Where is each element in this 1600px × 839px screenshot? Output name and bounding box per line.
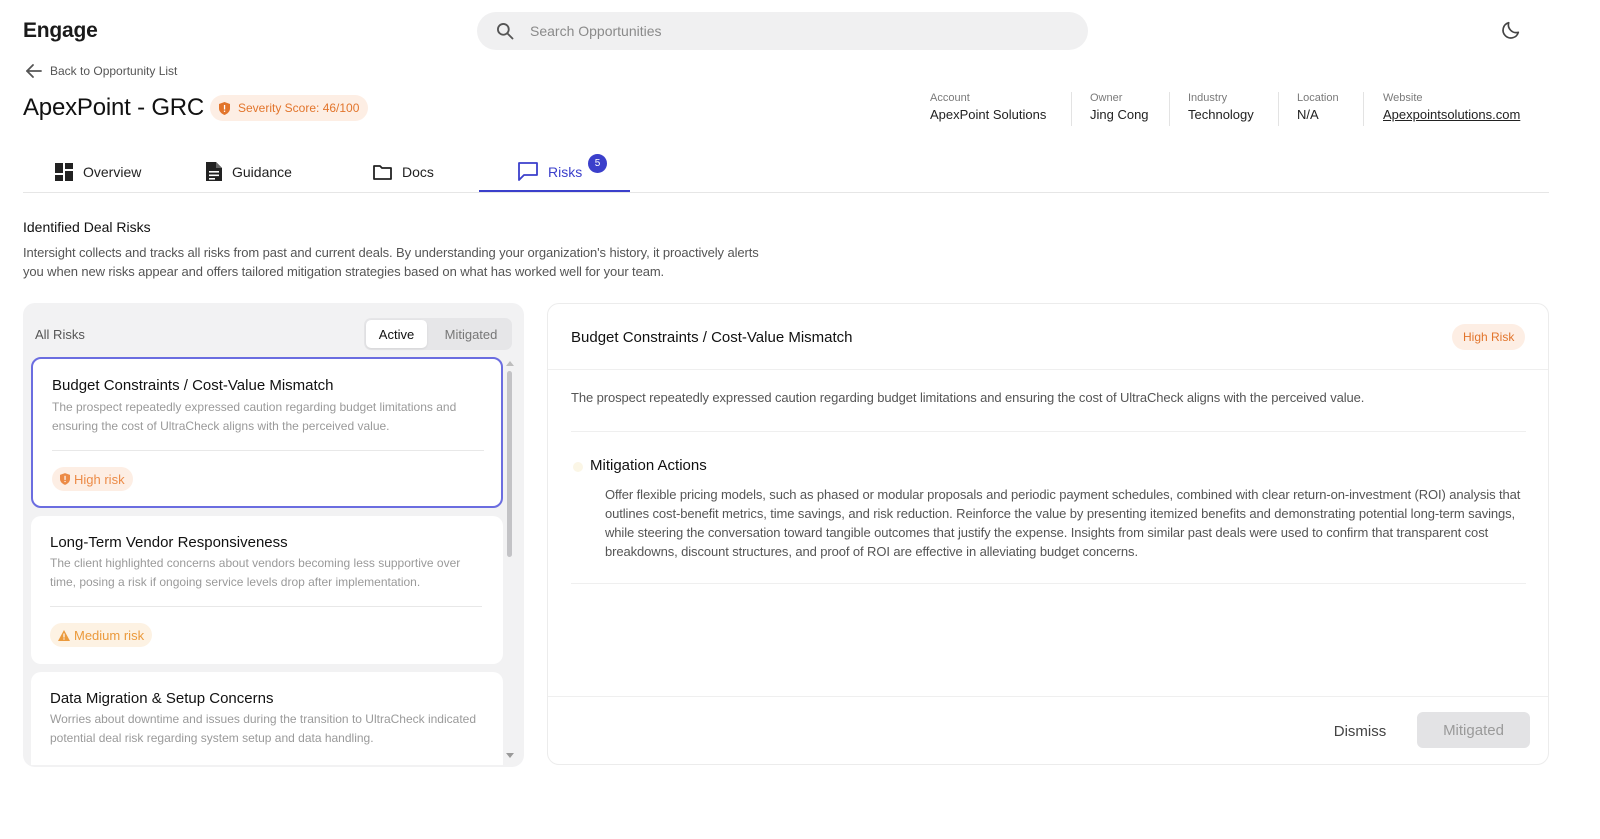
risk-card[interactable]: Long-Term Vendor Responsiveness The clie…: [31, 516, 503, 664]
tab-overview[interactable]: Overview: [55, 150, 141, 193]
back-link-label: Back to Opportunity List: [50, 64, 178, 78]
section-title: Identified Deal Risks: [23, 219, 151, 235]
filter-mitigated-button[interactable]: Mitigated: [432, 320, 510, 348]
risk-card-title: Long-Term Vendor Responsiveness: [50, 534, 288, 551]
risk-detail-title: Budget Constraints / Cost-Value Mismatch: [571, 329, 853, 346]
risk-card[interactable]: Data Migration & Setup Concerns Worries …: [31, 672, 503, 765]
risk-list-header: All Risks: [35, 327, 85, 342]
app-root: Engage Back to Opportunity List ApexPoin…: [0, 0, 1600, 839]
scroll-up-arrow[interactable]: [506, 361, 514, 366]
dark-mode-toggle[interactable]: [1500, 19, 1524, 43]
risk-card-description: The client highlighted concerns about ve…: [50, 556, 461, 589]
risk-list-scrollbar[interactable]: [506, 361, 514, 761]
page-title: ApexPoint - GRC: [23, 94, 205, 121]
bullet-dot: [573, 462, 583, 472]
brand-logo[interactable]: Engage: [23, 19, 98, 43]
tab-bar: Overview Guidance Docs Risks 5: [23, 150, 1549, 193]
meta-divider: [1278, 92, 1279, 126]
risk-card-title: Budget Constraints / Cost-Value Mismatch: [52, 377, 334, 394]
meta-location-value: N/A: [1297, 107, 1319, 122]
risks-count-badge: 5: [588, 154, 607, 173]
risk-card-divider: [52, 450, 484, 451]
tab-risks[interactable]: Risks: [518, 150, 582, 193]
shield-icon: [219, 101, 230, 115]
tab-risks-label: Risks: [548, 163, 583, 180]
risk-card-description: The prospect repeatedly expressed cautio…: [52, 400, 457, 433]
scroll-thumb[interactable]: [507, 371, 512, 557]
meta-account: Account ApexPoint Solutions: [930, 92, 1046, 122]
arrow-left-icon: [26, 64, 42, 78]
dismiss-button[interactable]: Dismiss: [1318, 714, 1402, 748]
risk-card-divider: [50, 606, 482, 607]
meta-location-label: Location: [1297, 92, 1339, 104]
meta-website-label: Website: [1383, 92, 1423, 104]
meta-industry-value: Technology: [1188, 107, 1254, 122]
divider: [548, 696, 1548, 697]
back-to-list-link[interactable]: Back to Opportunity List: [25, 63, 177, 79]
search-bar[interactable]: [477, 12, 1088, 50]
risk-card-title: Data Migration & Setup Concerns: [50, 690, 274, 707]
meta-account-label: Account: [930, 92, 970, 104]
severity-badge: Severity Score: 46/100: [210, 95, 369, 121]
section-description: Intersight collects and tracks all risks…: [23, 245, 759, 279]
document-icon: [206, 162, 222, 181]
risk-detail-description: The prospect repeatedly expressed cautio…: [571, 390, 1365, 405]
risk-list: Budget Constraints / Cost-Value Mismatch…: [31, 357, 503, 765]
risk-card[interactable]: Budget Constraints / Cost-Value Mismatch…: [31, 357, 503, 508]
meta-account-value: ApexPoint Solutions: [930, 107, 1047, 122]
risk-level-label: High risk: [74, 471, 125, 487]
divider: [571, 431, 1526, 432]
chat-icon: [518, 162, 538, 181]
dashboard-icon: [55, 162, 73, 181]
meta-location: Location N/A: [1297, 92, 1339, 122]
risk-detail-panel: Budget Constraints / Cost-Value Mismatch…: [547, 303, 1549, 765]
mark-mitigated-button[interactable]: Mitigated: [1417, 712, 1530, 748]
tab-docs[interactable]: Docs: [373, 150, 434, 193]
divider: [548, 369, 1548, 370]
meta-owner: Owner Jing Cong: [1090, 92, 1149, 122]
search-input[interactable]: [530, 23, 1050, 39]
folder-icon: [373, 164, 392, 180]
warning-icon: [58, 629, 70, 641]
website-link[interactable]: Apexpointsolutions.com: [1383, 107, 1520, 122]
meta-divider: [1363, 92, 1364, 126]
meta-industry: Industry Technology: [1188, 92, 1254, 122]
shield-icon: [60, 473, 70, 485]
meta-owner-value: Jing Cong: [1090, 107, 1149, 122]
active-tab-indicator: [479, 190, 630, 192]
tab-guidance[interactable]: Guidance: [206, 150, 292, 193]
search-icon: [497, 23, 514, 40]
tab-docs-label: Docs: [402, 163, 434, 180]
risk-list-panel: All Risks Active Mitigated Budget Constr…: [23, 303, 524, 767]
risk-level-badge: High risk: [52, 467, 133, 491]
tab-guidance-label: Guidance: [232, 163, 292, 180]
mitigation-text: Offer flexible pricing models, such as p…: [605, 487, 1521, 559]
risk-filter-toggle: Active Mitigated: [364, 318, 512, 350]
meta-website: Website Apexpointsolutions.com: [1383, 92, 1520, 122]
meta-divider: [1071, 92, 1072, 126]
severity-label: Severity Score: 46/100: [238, 101, 360, 115]
meta-industry-label: Industry: [1188, 92, 1228, 104]
tab-overview-label: Overview: [83, 163, 142, 180]
meta-owner-label: Owner: [1090, 92, 1123, 104]
risk-level-badge: Medium risk: [50, 623, 153, 647]
moon-icon: [1502, 21, 1520, 39]
mitigation-title: Mitigation Actions: [590, 457, 707, 474]
risk-detail-badge: High Risk: [1452, 324, 1526, 350]
meta-divider: [1169, 92, 1170, 126]
divider: [571, 583, 1526, 584]
risk-level-label: Medium risk: [74, 627, 145, 643]
scroll-down-arrow[interactable]: [506, 753, 514, 758]
filter-active-button[interactable]: Active: [366, 320, 427, 348]
risk-card-description: Worries about downtime and issues during…: [50, 712, 476, 745]
